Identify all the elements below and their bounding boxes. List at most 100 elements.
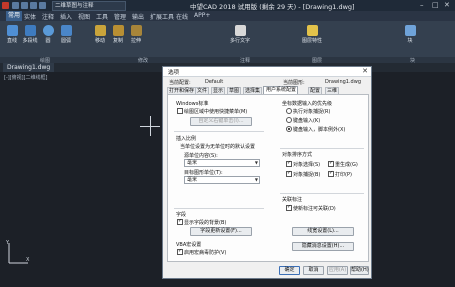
shortcut-menu-checkbox[interactable] — [177, 108, 183, 114]
keyboard-except-script-label: 键盘输入，脚本例外(X) — [293, 127, 346, 133]
dialog-title: 选项 — [168, 70, 180, 76]
close-icon[interactable]: ✕ — [444, 1, 450, 9]
vba-title: VBA宏设置 — [176, 242, 202, 248]
line-icon — [6, 25, 18, 36]
undo-icon[interactable] — [39, 2, 46, 9]
divider — [280, 148, 364, 149]
sort-obj-select-checkbox[interactable] — [286, 160, 292, 167]
mtext-button[interactable]: 多行文字 — [228, 25, 252, 44]
options-dialog: 选项 ✕ 当前配置: Default 当前图形: Drawing1.dwg 打开… — [162, 66, 372, 279]
block-icon — [404, 25, 416, 36]
tab-annotate[interactable]: 注释 — [42, 12, 54, 21]
lineweight-settings-button[interactable]: 线宽设置(L)... — [292, 227, 354, 236]
sort-osnap-label: 对象捕捉(B) — [293, 172, 321, 178]
coord-priority-title: 坐标数据输入的优先级 — [282, 101, 333, 107]
ok-button[interactable]: 确定 — [279, 266, 300, 275]
save-file-icon[interactable] — [30, 2, 37, 9]
macro-protection-checkbox[interactable] — [177, 248, 183, 255]
sort-osnap-checkbox[interactable] — [286, 170, 292, 177]
tab-output[interactable]: 输出 — [132, 12, 144, 21]
tab-app[interactable]: APP+ — [194, 12, 210, 19]
custom-right-click-button[interactable]: 自定义右键单击(I)... — [190, 117, 252, 126]
profile-value: Default — [205, 79, 224, 85]
current-drawing-value: Drawing1.dwg — [325, 79, 361, 85]
line-button[interactable]: 直线 — [4, 25, 20, 44]
sort-regen-label: 重生成(G) — [335, 162, 358, 168]
fields-title: 字段 — [176, 212, 187, 218]
assoc-dim-label: 使新标注可关联(D) — [293, 206, 336, 212]
insert-scale-title: 插入比例 — [176, 136, 197, 142]
sort-plot-label: 打印(P) — [335, 172, 352, 178]
workspace-selector[interactable]: 二维草图与注释 — [52, 1, 126, 11]
polyline-icon — [24, 25, 36, 36]
svg-text:X: X — [26, 257, 30, 263]
osnap-radio[interactable] — [286, 108, 292, 114]
target-units-select[interactable]: 毫米 ▼ — [184, 176, 260, 184]
circle-button[interactable]: 圆 — [40, 25, 56, 44]
field-update-settings-button[interactable]: 字段更新设置(F)... — [190, 227, 252, 236]
dialog-body: Windows标准 绘图区域中使用快捷菜单(M) 自定义右键单击(I)... 插… — [167, 94, 369, 262]
layer-properties-button[interactable]: 图层特性 — [300, 25, 324, 44]
viewport-label[interactable]: [-][俯视][二维线框] — [4, 74, 48, 81]
hidden-message-settings-button[interactable]: 隐藏消息设置(H)... — [292, 242, 354, 251]
polyline-button[interactable]: 多段线 — [22, 25, 38, 44]
layer-icon — [306, 25, 318, 36]
dialog-title-bar: 选项 ✕ — [163, 67, 371, 77]
tab-solid[interactable]: 实体 — [24, 12, 36, 21]
keyboard-radio[interactable] — [286, 117, 292, 123]
copy-button[interactable]: 复制 — [110, 25, 126, 44]
crosshair-vertical — [150, 116, 151, 136]
assoc-dim-title: 关联标注 — [282, 197, 303, 203]
tab-ext-tools[interactable]: 扩展工具 — [150, 12, 174, 21]
maximize-icon[interactable]: □ — [432, 1, 439, 9]
chevron-down-icon: ▼ — [254, 177, 258, 182]
tab-online[interactable]: 在线 — [176, 12, 188, 21]
arc-button[interactable]: 圆弧 — [58, 25, 74, 44]
obj-sort-title: 对象排序方式 — [282, 152, 313, 158]
source-units-label: 源单位内容(S): — [184, 153, 218, 159]
keyboard-radio-label: 键盘输入(K) — [293, 118, 321, 124]
apply-button[interactable]: 应用(A) — [327, 266, 348, 275]
cancel-button[interactable]: 取消 — [303, 266, 324, 275]
move-icon — [94, 25, 106, 36]
divider — [174, 208, 264, 209]
stretch-button[interactable]: 拉伸 — [128, 25, 144, 44]
window-title: 中望CAD 2018 试用版 (剩余 29 天) - [Drawing1.dwg… — [190, 3, 355, 11]
ucs-icon: Y X — [6, 240, 30, 264]
tab-view[interactable]: 视图 — [78, 12, 90, 21]
tab-insert[interactable]: 插入 — [60, 12, 72, 21]
minimize-icon[interactable]: – — [420, 1, 424, 9]
current-drawing-label: 当前图形: — [283, 80, 305, 86]
help-button[interactable]: 帮助(H) — [350, 266, 369, 275]
windows-std-title: Windows标准 — [176, 101, 209, 107]
tab-manage[interactable]: 管理 — [114, 12, 126, 21]
ribbon: 直线 多段线 圆 圆弧 移动 复制 拉伸 多行文字 图层特性 块 — [0, 21, 455, 57]
new-file-icon[interactable] — [12, 2, 19, 9]
move-button[interactable]: 移动 — [92, 25, 108, 44]
tab-tools[interactable]: 工具 — [96, 12, 108, 21]
copy-icon — [112, 25, 124, 36]
osnap-radio-label: 执行对象捕捉(R) — [293, 109, 331, 115]
sort-plot-checkbox[interactable] — [328, 170, 334, 177]
source-units-select[interactable]: 毫米 ▼ — [184, 159, 260, 167]
document-tab[interactable]: Drawing1.dwg — [3, 63, 55, 72]
app-logo-icon[interactable] — [2, 2, 9, 9]
sort-obj-select-label: 对象选择(S) — [293, 162, 321, 168]
profile-label: 当前配置: — [169, 80, 191, 86]
sort-regen-checkbox[interactable] — [328, 160, 334, 167]
circle-icon — [42, 25, 54, 36]
block-button[interactable]: 块 — [400, 25, 420, 44]
stretch-icon — [130, 25, 142, 36]
text-icon — [234, 25, 246, 36]
chevron-down-icon: ▼ — [254, 160, 258, 165]
display-field-bg-checkbox[interactable] — [177, 218, 183, 225]
assoc-dim-checkbox[interactable] — [286, 204, 292, 211]
keyboard-except-script-radio[interactable] — [286, 126, 292, 132]
tab-home[interactable]: 常用 — [6, 11, 23, 21]
open-file-icon[interactable] — [21, 2, 28, 9]
target-units-label: 目标图形单位(T): — [184, 170, 223, 176]
macro-protection-label: 启用宏病毒防护(V) — [184, 250, 227, 256]
ribbon-tabs: 常用 实体 注释 插入 视图 工具 管理 输出 扩展工具 在线 APP+ — [0, 11, 455, 21]
shortcut-menu-label: 绘图区域中使用快捷菜单(M) — [184, 109, 248, 115]
dialog-close-icon[interactable]: ✕ — [362, 67, 368, 75]
